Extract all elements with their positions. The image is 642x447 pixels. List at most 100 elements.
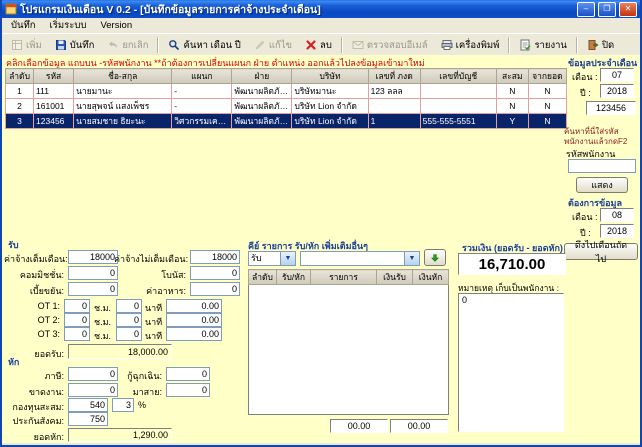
table-row[interactable]: 1 111 นายมานะ - พัฒนาผลิตภัณฑ์ บริษัทมาน… (4, 83, 568, 99)
grid-column-header: แผนก (171, 68, 233, 84)
note-listbox[interactable]: 0 (458, 293, 564, 432)
commission-input[interactable] (68, 266, 118, 280)
income-total-label: ยอดรับ: (34, 349, 64, 359)
income-section-title: รับ (8, 240, 19, 250)
show-button[interactable]: แสดง (576, 177, 628, 193)
toolbar-separator (508, 37, 511, 53)
edit-icon (255, 40, 265, 50)
ot2-hours-unit: ช.ม. (94, 317, 112, 327)
ot1-minutes-unit: นาที (145, 303, 163, 313)
extra-deduct-total: 00.00 (390, 419, 448, 433)
title-bar[interactable]: โปรแกรมเงินเดือน V 0.2 - [บันทึกข้อมูลรา… (2, 0, 640, 18)
delete-button[interactable]: ลบ (299, 36, 338, 55)
grid-column-header: สะสม (495, 68, 529, 84)
full-wage-input[interactable] (68, 250, 118, 264)
food-allowance-input[interactable] (190, 282, 240, 296)
menu-system[interactable]: เริ่มระบบ (43, 18, 94, 33)
target-month-value: 08 (600, 208, 634, 222)
diligence-input[interactable] (68, 282, 118, 296)
minimize-button[interactable]: – (577, 1, 595, 17)
late-input[interactable] (166, 383, 210, 397)
client-area: คลิกเลือกข้อมูล แถบบน -รหัสพนักงาน **ถ้า… (2, 55, 640, 443)
ot2-hours-input[interactable] (64, 313, 90, 327)
ot2-minutes-input[interactable] (116, 313, 142, 327)
ot1-hours-input[interactable] (64, 299, 90, 313)
menu-version[interactable]: Version (93, 20, 139, 31)
extra-item-value (301, 252, 404, 265)
app-icon (5, 3, 17, 15)
ot3-hours-input[interactable] (64, 327, 90, 341)
diligence-label: เบี้ยขยัน: (29, 286, 64, 296)
menu-bar: บันทึก เริ่มระบบ Version (2, 18, 640, 33)
ot1-amount-input[interactable] (166, 299, 222, 313)
employee-code-input[interactable] (568, 159, 636, 173)
search-panel-title: ค้นหาที่นี่ใส่รหัสพนักงานแล้วกดF2 (564, 127, 628, 146)
ot3-minutes-unit: นาที (145, 331, 163, 341)
ot1-hours-unit: ช.ม. (94, 303, 112, 313)
bonus-input[interactable] (190, 266, 240, 280)
save-button[interactable]: บันทึก (49, 36, 101, 55)
deduction-total-value: 1,290.00 (68, 428, 172, 442)
toolbar-separator (575, 37, 578, 53)
report-button[interactable]: รายงาน (513, 36, 572, 55)
social-security-input[interactable] (68, 412, 108, 426)
extra-type-combo[interactable]: รับ ▼ (248, 251, 296, 266)
close-icon (588, 40, 599, 50)
fund-percent-unit: % (138, 400, 147, 410)
table-row-selected[interactable]: 3 123456 นายสมชาย ธิยะนะ วิศวกรรมเครื่อง… (4, 113, 568, 129)
deduction-section-title: หัก (8, 357, 20, 367)
pull-next-month-button[interactable]: ดึงไปเดือนถัดไป (564, 240, 638, 264)
extra-items-grid[interactable]: ลำดับ รับ/หัก รายการ เงินรับ เงินหัก (248, 269, 449, 415)
net-total-value: 16,710.00 (458, 253, 566, 275)
extra-grid-column-header: ลำดับ (248, 269, 277, 285)
extra-grid-header-row: ลำดับ รับ/หัก รายการ เงินรับ เงินหัก (248, 269, 449, 285)
check-email-button[interactable]: ตรวจสอบอีเมล์ (346, 36, 434, 55)
partial-wage-input[interactable] (190, 250, 240, 264)
toolbar-separator (340, 37, 343, 53)
ot3-hours-unit: ช.ม. (94, 331, 112, 341)
ot3-minutes-input[interactable] (116, 327, 142, 341)
fund-input[interactable] (68, 398, 108, 412)
ot3-amount-input[interactable] (166, 327, 222, 341)
add-icon (12, 40, 22, 50)
target-month-label: เดือน : (572, 212, 598, 222)
maximize-button[interactable]: ❐ (598, 1, 616, 17)
deduction-total-label: ยอดหัก: (33, 432, 64, 442)
partial-wage-label: ค่าจ้างไม่เต็มเดือน: (114, 254, 189, 264)
close-form-button[interactable]: ปิด (581, 36, 620, 55)
extra-grid-column-header: เงินรับ (376, 269, 413, 285)
close-button[interactable]: ✕ (619, 1, 637, 17)
bonus-label: โบนัส: (161, 270, 186, 280)
chevron-down-icon: ▼ (280, 252, 295, 265)
year-value: 2018 (600, 84, 634, 98)
grid-column-header: เลขที่บัญชี (419, 68, 497, 84)
month-label: เดือน : (572, 72, 598, 82)
menu-save[interactable]: บันทึก (4, 18, 43, 33)
undo-icon (109, 41, 118, 49)
edit-button[interactable]: แก้ไข (248, 36, 298, 55)
grid-column-header: บริษัท (291, 68, 369, 84)
fund-percent-input[interactable] (112, 398, 134, 412)
toolbar: เพิ่ม บันทึก ยกเลิก ค้นหา เดือน ปี แก้ไข… (2, 33, 640, 57)
window-title: โปรแกรมเงินเดือน V 0.2 - [บันทึกข้อมูลรา… (20, 3, 321, 16)
extra-item-combo[interactable]: ▼ (300, 251, 420, 266)
green-down-arrow-icon (431, 253, 439, 262)
add-button[interactable]: เพิ่ม (5, 36, 48, 55)
search-month-button[interactable]: ค้นหา เดือน ปี (162, 36, 246, 55)
add-extra-item-button[interactable] (424, 249, 446, 266)
search-icon (169, 40, 180, 51)
emergency-loan-input[interactable] (166, 367, 210, 381)
employee-code-display: 123456 (586, 101, 636, 115)
ot1-minutes-input[interactable] (116, 299, 142, 313)
report-icon (520, 39, 531, 51)
cancel-button[interactable]: ยกเลิก (101, 36, 154, 55)
social-security-label: ประกันสังคม: (12, 416, 64, 426)
tax-label: ภาษี: (44, 371, 64, 381)
ot2-amount-input[interactable] (166, 313, 222, 327)
printer-button[interactable]: เครื่องพิมพ์ (435, 36, 506, 55)
list-item[interactable]: 0 (459, 294, 563, 306)
save-icon (55, 40, 66, 50)
grid-header-row: ลำดับ รหัส ชื่อ-สกุล แผนก ฝ่าย บริษัท เล… (4, 68, 568, 84)
emergency-loan-label: กู้ฉุกเฉิน: (127, 371, 162, 381)
table-row[interactable]: 2 161001 นายสุพจน์ แสงเพ็ชร - พัฒนาผลิตภ… (4, 98, 568, 114)
